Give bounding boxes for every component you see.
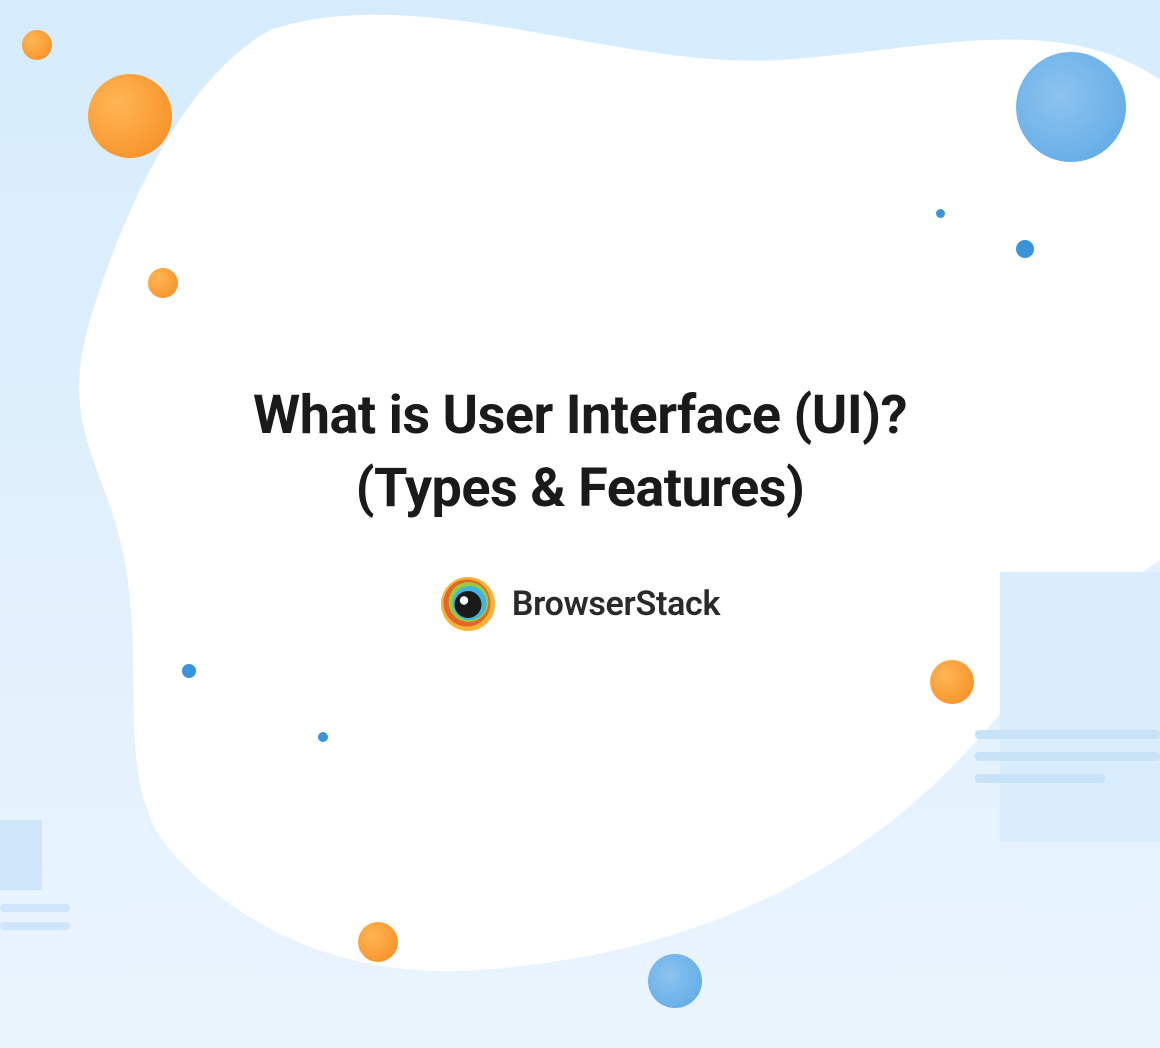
blue-dot-icon bbox=[1016, 240, 1034, 258]
hero-content: What is User Interface (UI)? (Types & Fe… bbox=[0, 380, 1160, 632]
orange-dot-icon bbox=[22, 30, 52, 60]
blue-dot-icon bbox=[318, 732, 328, 742]
browserstack-logo-icon bbox=[440, 576, 496, 632]
orange-dot-icon bbox=[358, 922, 398, 962]
brand-logo: BrowserStack bbox=[440, 576, 720, 632]
blue-dot-icon bbox=[936, 209, 945, 218]
orange-dot-icon bbox=[930, 660, 974, 704]
brand-name: BrowserStack bbox=[512, 584, 720, 624]
orange-dot-icon bbox=[88, 74, 172, 158]
blue-dot-icon bbox=[182, 664, 196, 678]
blue-dot-icon bbox=[1016, 52, 1126, 162]
blue-dot-icon bbox=[648, 954, 702, 1008]
orange-dot-icon bbox=[148, 268, 178, 298]
page-title: What is User Interface (UI)? (Types & Fe… bbox=[170, 380, 990, 526]
